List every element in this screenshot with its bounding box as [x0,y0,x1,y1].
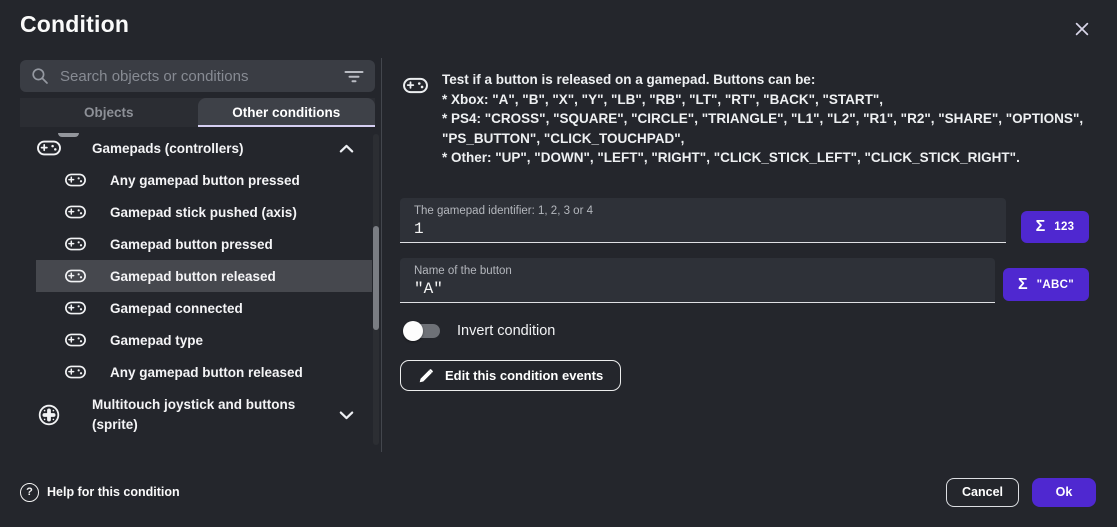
chevron-up-icon[interactable] [339,144,354,153]
help-label: Help for this condition [47,485,180,499]
list-item-label: Gamepad type [110,333,203,348]
field-value[interactable]: "A" [414,280,981,298]
edit-condition-events-button[interactable]: Edit this condition events [400,360,621,391]
description-line: * Other: "UP", "DOWN", "LEFT", "RIGHT", … [442,148,1083,168]
dpad-icon [37,404,61,426]
filter-icon[interactable] [344,70,364,83]
tab-label: Objects [84,105,134,120]
parameter-row-gamepad-identifier: The gamepad identifier: 1, 2, 3 or 4 1 Σ… [400,198,1089,243]
field-value[interactable]: 1 [414,220,992,238]
chevron-down-icon[interactable] [339,411,354,420]
edit-button-label: Edit this condition events [445,368,603,383]
list-item-label: Gamepads (controllers) [92,141,244,156]
gamepad-icon [63,173,87,187]
gamepad-icon [63,237,87,251]
description-line: Test if a button is released on a gamepa… [442,70,1083,90]
list-item[interactable]: Gamepad button pressed [36,228,372,260]
condition-description-block: Test if a button is released on a gamepa… [403,70,1083,168]
list-item[interactable]: Gamepad type [36,324,372,356]
list-scrollbar-thumb[interactable] [373,226,379,330]
dialog-footer: ? Help for this condition Cancel Ok [0,476,1117,508]
invert-condition-label: Invert condition [457,323,555,339]
close-button[interactable] [1070,17,1094,41]
sigma-icon: Σ [1036,219,1046,235]
expression-builder-string-button[interactable]: Σ "ABC" [1003,268,1089,301]
pencil-icon [418,368,434,384]
list-item[interactable]: Gamepad button released [36,260,372,292]
list-item[interactable]: Any gamepad button pressed [36,164,372,196]
invert-condition-row: Invert condition [403,321,555,341]
search-icon [31,67,49,85]
list-item[interactable]: Gamepad stick pushed (axis) [36,196,372,228]
list-item-label: Multitouch joystick and buttons (sprite) [92,395,327,436]
gamepad-icon [63,333,87,347]
field-label: Name of the button [414,265,981,277]
list-item[interactable]: Multitouch joystick and buttons (sprite) [36,390,372,440]
tab-label: Other conditions [232,105,340,120]
list-item-label: Gamepad connected [110,301,243,316]
description-line: * PS4: "CROSS", "SQUARE", "CIRCLE", "TRI… [442,109,1083,129]
expression-type-label: 123 [1054,221,1074,233]
gamepad-icon [37,140,61,156]
panel-divider [381,58,382,452]
toggle-knob[interactable] [403,321,423,341]
list-item[interactable]: Gamepads (controllers) [36,132,372,164]
list-item-label: Gamepad stick pushed (axis) [110,205,297,220]
button-name-field[interactable]: Name of the button "A" [400,258,995,303]
list-item[interactable]: Any gamepad button released [36,356,372,388]
gamepad-icon [403,77,428,168]
gamepad-icon [63,269,87,283]
search-box[interactable] [20,60,375,92]
invert-condition-toggle[interactable] [403,321,443,341]
gamepad-icon [63,301,87,315]
list-item-label: Gamepad button released [110,269,276,284]
help-link[interactable]: ? Help for this condition [20,483,180,502]
parameter-row-button-name: Name of the button "A" Σ "ABC" [400,258,1089,303]
list-item-label: Gamepad button pressed [110,237,273,252]
search-input[interactable] [60,68,336,85]
expression-builder-number-button[interactable]: Σ 123 [1021,211,1089,243]
ok-button[interactable]: Ok [1032,478,1096,507]
list-item-label: Any gamepad button pressed [110,173,300,188]
cancel-button[interactable]: Cancel [946,478,1019,507]
tab-objects[interactable]: Objects [20,98,198,127]
list-item-label: Any gamepad button released [110,365,303,380]
list-item[interactable]: Gamepad connected [36,292,372,324]
field-label: The gamepad identifier: 1, 2, 3 or 4 [414,205,992,217]
conditions-list: Gamepads (controllers) Any gamepad butto… [20,132,372,440]
help-icon: ? [20,483,39,502]
gamepad-icon [63,365,87,379]
description-line: * Xbox: "A", "B", "X", "Y", "LB", "RB", … [442,90,1083,110]
sigma-icon: Σ [1018,277,1028,293]
condition-description: Test if a button is released on a gamepa… [442,70,1083,168]
dialog-title: Condition [20,11,129,38]
gamepad-icon [63,205,87,219]
gamepad-identifier-field[interactable]: The gamepad identifier: 1, 2, 3 or 4 1 [400,198,1006,243]
tabbar: Objects Other conditions [20,98,375,127]
close-icon [1074,21,1090,37]
tab-other-conditions[interactable]: Other conditions [198,98,376,127]
description-line: "PS_BUTTON", "CLICK_TOUCHPAD", [442,129,1083,149]
expression-type-label: "ABC" [1037,279,1074,291]
